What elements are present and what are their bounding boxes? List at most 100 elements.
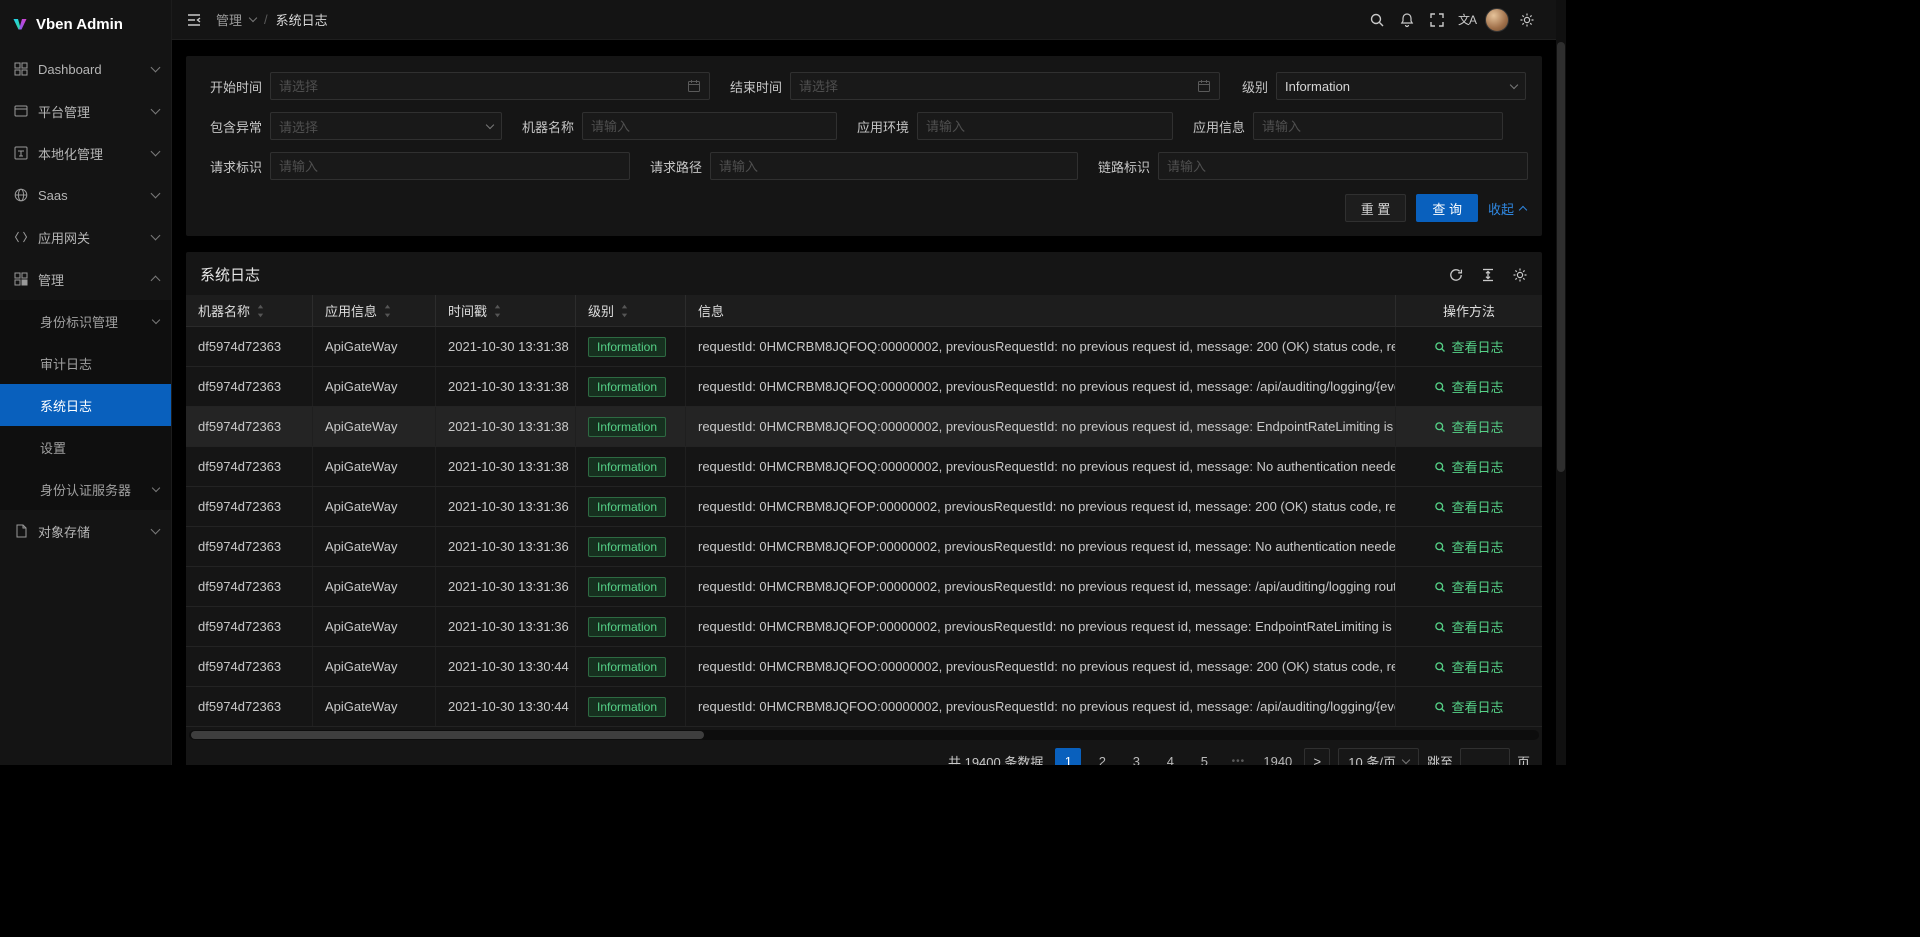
management-icon [14,272,28,286]
level-badge: Information [588,457,666,477]
app-logo[interactable]: Vben Admin [0,0,171,48]
sort-icon[interactable] [256,303,265,319]
field-end-time: 结束时间 [722,72,1220,100]
filter-panel: 开始时间 结束时间 [186,56,1542,236]
cell-level: Information [576,527,686,566]
view-log-link[interactable]: 查看日志 [1434,657,1503,676]
sidebar-item-settings[interactable]: 设置 [0,426,171,468]
cell-actions: 查看日志 [1396,327,1542,366]
column-header-level[interactable]: 级别 [576,295,686,326]
cell-level: Information [576,487,686,526]
platform-icon [14,104,28,118]
table-row: df5974d72363ApiGateWay2021-10-30 13:31:3… [186,607,1542,647]
level-select[interactable]: Information [1276,72,1526,100]
level-badge: Information [588,657,666,677]
sidebar-item-object-storage[interactable]: 对象存储 [0,510,171,552]
column-height-icon[interactable] [1480,267,1496,283]
table-row: df5974d72363ApiGateWay2021-10-30 13:30:4… [186,687,1542,727]
sort-icon[interactable] [493,303,502,319]
end-time-datepicker[interactable] [790,72,1220,100]
sidebar-item-management[interactable]: 管理 [0,258,171,300]
cell-machine-name: df5974d72363 [186,447,313,486]
cell-level: Information [576,687,686,726]
column-header-timestamp[interactable]: 时间戳 [436,295,576,326]
next-page-button[interactable]: > [1304,748,1330,765]
magnifier-icon [1434,581,1446,593]
cell-level: Information [576,567,686,606]
refresh-icon[interactable] [1448,267,1464,283]
cell-timestamp: 2021-10-30 13:31:36 [436,487,576,526]
app-env-input[interactable] [926,119,1164,134]
trace-id-input[interactable] [1167,159,1519,174]
view-log-link[interactable]: 查看日志 [1434,417,1503,436]
view-log-link[interactable]: 查看日志 [1434,337,1503,356]
app-info-input[interactable] [1262,119,1494,134]
page-button[interactable]: 3 [1123,748,1149,765]
sidebar-item-saas[interactable]: Saas [0,174,171,216]
user-avatar[interactable] [1482,0,1512,40]
magnifier-icon [1434,421,1446,433]
table-header-row: 机器名称 应用信息 时间戳 级别 [186,295,1542,327]
cell-actions: 查看日志 [1396,487,1542,526]
cell-app-info: ApiGateWay [313,567,436,606]
settings-gear-icon[interactable] [1512,0,1542,40]
view-log-link[interactable]: 查看日志 [1434,377,1503,396]
scrollbar-thumb[interactable] [1557,42,1565,472]
sidebar-item-system-logs[interactable]: 系统日志 [0,384,171,426]
cell-app-info: ApiGateWay [313,687,436,726]
column-header-app[interactable]: 应用信息 [313,295,436,326]
page-button[interactable]: 5 [1191,748,1217,765]
scrollbar-thumb[interactable] [191,731,704,739]
sidebar-item-audit-logs[interactable]: 审计日志 [0,342,171,384]
machine-name-input[interactable] [591,119,828,134]
table-row: df5974d72363ApiGateWay2021-10-30 13:31:3… [186,567,1542,607]
magnifier-icon [1434,701,1446,713]
search-icon[interactable] [1362,0,1392,40]
view-log-link[interactable]: 查看日志 [1434,697,1503,716]
page-button[interactable]: 1940 [1259,748,1296,765]
sidebar-item-identity-management[interactable]: 身份标识管理 [0,300,171,342]
start-time-datepicker[interactable] [270,72,710,100]
breadcrumb-parent[interactable]: 管理 [216,10,242,29]
start-time-input[interactable] [279,79,681,94]
view-log-link[interactable]: 查看日志 [1434,577,1503,596]
cell-timestamp: 2021-10-30 13:31:38 [436,367,576,406]
page-button[interactable]: 4 [1157,748,1183,765]
sidebar-item-platform[interactable]: 平台管理 [0,90,171,132]
page-button[interactable]: 1 [1055,748,1081,765]
level-badge: Information [588,417,666,437]
column-header-machine[interactable]: 机器名称 [186,295,313,326]
jump-page-input[interactable] [1460,748,1510,765]
horizontal-scrollbar[interactable] [189,730,1539,740]
view-log-link[interactable]: 查看日志 [1434,497,1503,516]
vertical-scrollbar[interactable] [1556,0,1566,765]
view-log-link[interactable]: 查看日志 [1434,537,1503,556]
request-id-input[interactable] [279,159,621,174]
request-path-input[interactable] [719,159,1069,174]
column-settings-gear-icon[interactable] [1512,267,1528,283]
sidebar-item-auth-server[interactable]: 身份认证服务器 [0,468,171,510]
reset-button[interactable]: 重 置 [1345,194,1407,222]
has-exception-select[interactable]: 请选择 [270,112,502,140]
sort-icon[interactable] [383,303,392,319]
sort-icon[interactable] [620,303,629,319]
end-time-input[interactable] [799,79,1191,94]
sidebar-fold-icon[interactable] [186,12,202,28]
search-button[interactable]: 查 询 [1416,194,1478,222]
view-log-link[interactable]: 查看日志 [1434,457,1503,476]
page-size-select[interactable]: 10 条/页 [1338,748,1419,765]
notification-bell-icon[interactable] [1392,0,1422,40]
view-log-link[interactable]: 查看日志 [1434,617,1503,636]
locale-translate-icon[interactable]: 文A [1452,0,1482,40]
fullscreen-icon[interactable] [1422,0,1452,40]
level-badge: Information [588,337,666,357]
sidebar-item-dashboard[interactable]: Dashboard [0,48,171,90]
collapse-filter-link[interactable]: 收起 [1488,199,1526,218]
cell-message: requestId: 0HMCRBM8JQFOP:00000002, previ… [686,567,1396,606]
page-button[interactable]: 2 [1089,748,1115,765]
sidebar-item-gateway[interactable]: 应用网关 [0,216,171,258]
cell-level: Information [576,327,686,366]
cell-message: requestId: 0HMCRBM8JQFOQ:00000002, previ… [686,407,1396,446]
avatar-image [1485,8,1509,32]
sidebar-item-localization[interactable]: 本地化管理 [0,132,171,174]
